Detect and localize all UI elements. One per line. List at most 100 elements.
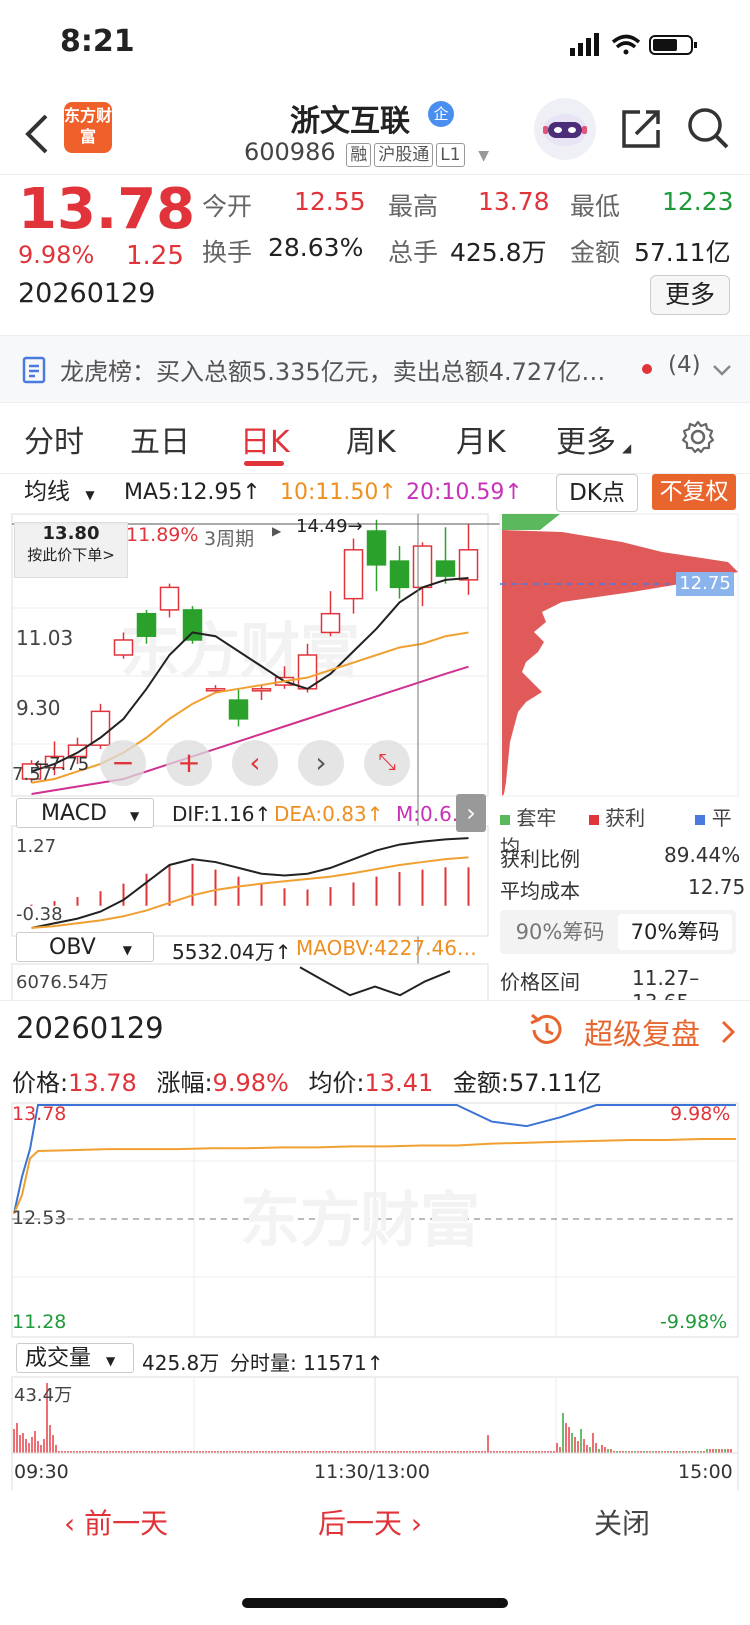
zoom-out-button[interactable]: − — [100, 740, 146, 786]
tab-more[interactable]: 更多 — [556, 417, 616, 461]
tab-five-day[interactable]: 五日 — [130, 417, 190, 461]
status-bar: 8:21 — [0, 0, 750, 92]
ma-selector[interactable]: 均线 ▼ — [14, 477, 120, 507]
open-label: 今开 — [202, 192, 253, 221]
candle-body — [136, 612, 157, 637]
unread-dot — [642, 364, 652, 374]
candle-body — [435, 560, 456, 577]
y-label-mid: 9.30 — [16, 696, 61, 720]
chevron-right-icon: › — [402, 1507, 423, 1540]
chip-90-button[interactable]: 90%筹码 — [506, 916, 614, 948]
candle-body — [251, 688, 272, 692]
caret-right-icon: ▶ — [272, 524, 282, 538]
amount-label: 金额 — [570, 238, 621, 267]
next-day-button[interactable]: 后一天 › — [318, 1502, 422, 1542]
peak-price-label: 14.49→ — [296, 516, 363, 537]
zoom-in-button[interactable]: + — [166, 740, 212, 786]
dk-point-label: DK点 — [569, 480, 625, 506]
turnover-value: 28.63% — [268, 233, 364, 262]
intraday-y-bottom: 11.28 — [12, 1311, 67, 1333]
super-replay-link[interactable]: 超级复盘 — [584, 1011, 700, 1053]
profit-ratio-label: 获利比例 — [500, 847, 580, 871]
avg-cost-label: 平均成本 — [500, 879, 580, 903]
avg-label: 均价: — [308, 1069, 365, 1097]
price-label: 价格: — [12, 1069, 69, 1097]
chip-toggle: 90%筹码 70%筹码 — [500, 910, 736, 954]
time-start: 09:30 — [14, 1461, 69, 1483]
chevron-down-icon: ▼ — [122, 943, 133, 957]
document-icon — [22, 356, 46, 384]
expand-icon[interactable]: ⤡ — [364, 740, 410, 786]
candle-body — [343, 549, 364, 600]
quote-date: 20260129 — [18, 278, 156, 309]
chevron-down-icon[interactable]: ▼ — [478, 148, 489, 164]
adjust-toggle-button[interactable]: 不复权 — [652, 474, 736, 510]
chg-label: 涨幅: — [156, 1069, 213, 1097]
tag-level1: L1 — [436, 143, 465, 167]
tab-monthly-k[interactable]: 月K — [456, 417, 506, 461]
candle-body — [182, 609, 203, 641]
chip-70-button[interactable]: 70%筹码 — [618, 914, 732, 950]
legend-swatch-trapped — [500, 815, 510, 825]
home-indicator — [242, 1598, 508, 1608]
candle-body — [113, 639, 134, 656]
tab-intraday[interactable]: 分时 — [24, 417, 84, 461]
time-end: 15:00 — [678, 1461, 733, 1483]
chevron-right-icon[interactable] — [718, 1019, 738, 1045]
dk-point-button[interactable]: DK点 — [556, 474, 638, 512]
stock-code: 600986 — [244, 138, 336, 166]
price-value: 13.78 — [68, 1069, 137, 1097]
obv-value: 5532.04万↑ — [172, 940, 292, 964]
back-icon[interactable] — [22, 112, 52, 156]
ai-assistant-avatar[interactable] — [534, 98, 596, 160]
candle-body — [458, 549, 479, 581]
chevron-down-icon: ▼ — [85, 488, 95, 502]
period-change-pct: 11.89% — [126, 524, 199, 546]
obv-selector[interactable]: OBV ▼ — [16, 932, 154, 962]
intraday-pct-top: 9.98% — [670, 1103, 731, 1125]
intraday-date: 20260129 — [16, 1011, 164, 1045]
stock-header: 东方财富 浙文互联 企 600986 融沪股通 L1 ▼ — [0, 92, 750, 175]
profit-ratio-value: 89.44% — [664, 843, 741, 867]
volume-selector[interactable]: 成交量 ▼ — [16, 1343, 134, 1373]
robot-icon — [543, 114, 587, 146]
ma5-value: MA5:12.95↑ — [124, 480, 261, 505]
status-time: 8:21 — [60, 24, 135, 59]
dragon-tiger-text: 龙虎榜：买入总额5.335亿元，卖出总额4.727亿… — [60, 358, 606, 386]
signal-icon — [570, 33, 599, 56]
history-icon[interactable] — [526, 1011, 566, 1049]
macd-selector[interactable]: MACD ▼ — [16, 798, 154, 828]
candle-body — [366, 530, 387, 566]
stock-code-row: 600986 融沪股通 L1 ▼ — [244, 138, 489, 167]
settings-gear-icon[interactable] — [680, 419, 716, 455]
legend-profit: 获利 — [605, 806, 646, 830]
change-amount: 1.25 — [126, 241, 184, 271]
intraday-chart[interactable]: 东方财富 — [0, 1101, 750, 1521]
prev-day-button[interactable]: ‹ 前一天 — [64, 1502, 168, 1542]
tab-daily-k[interactable]: 日K — [240, 417, 290, 461]
scroll-left-button[interactable]: ‹ — [232, 740, 278, 786]
ma10-value: 10:11.50↑ — [280, 480, 397, 505]
time-mid: 11:30/13:00 — [314, 1461, 430, 1483]
more-button[interactable]: 更多 — [650, 275, 730, 315]
current-price: 13.78 — [18, 177, 196, 242]
share-icon[interactable] — [618, 106, 662, 150]
dragon-tiger-bar[interactable]: 龙虎榜：买入总额5.335亿元，卖出总额4.727亿… (4) — [0, 336, 750, 403]
scroll-right-button[interactable]: › — [298, 740, 344, 786]
tab-weekly-k[interactable]: 周K — [346, 417, 396, 461]
obv-y-top: 6076.54万 — [16, 972, 109, 993]
ma-selector-label: 均线 — [24, 479, 70, 505]
volume-selector-label: 成交量 — [25, 1346, 92, 1371]
close-button[interactable]: 关闭 — [594, 1502, 650, 1542]
search-icon[interactable] — [686, 106, 730, 150]
tooltip-action: 按此价下单> — [27, 546, 115, 564]
chevron-left-icon: ‹ — [64, 1507, 85, 1540]
enterprise-badge: 企 — [428, 101, 454, 127]
high-value: 13.78 — [478, 187, 550, 216]
prev-day-label: 前一天 — [84, 1507, 169, 1540]
maobv-value: MAOBV:4227.46… — [296, 936, 477, 960]
price-tooltip[interactable]: 13.80 按此价下单> — [14, 522, 128, 578]
status-icons — [570, 33, 697, 56]
app-logo: 东方财富 — [64, 102, 112, 153]
expand-panel-button[interactable]: › — [456, 794, 486, 832]
